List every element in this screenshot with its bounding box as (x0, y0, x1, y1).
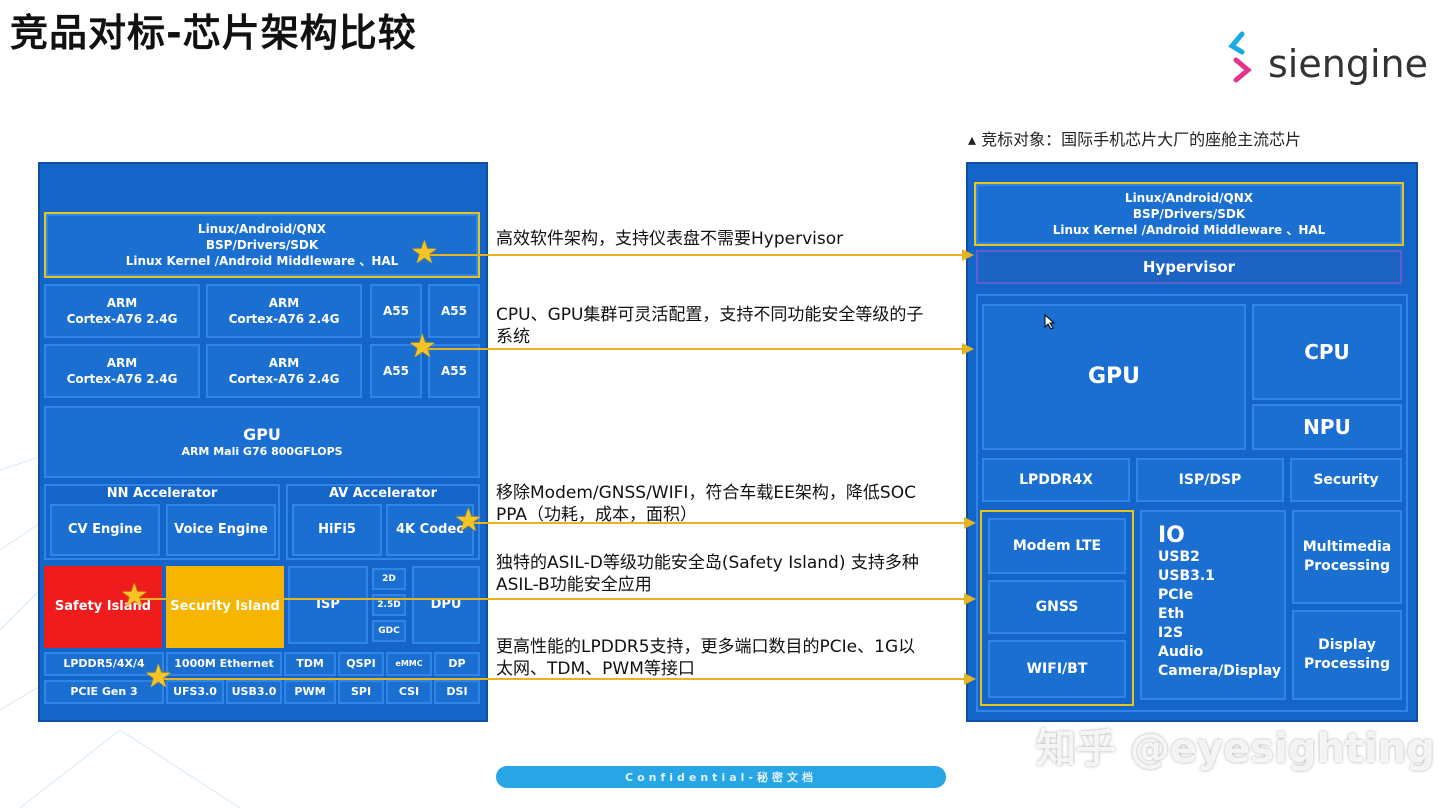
right-chip-diagram: Linux/Android/QNX BSP/Drivers/SDK Linux … (966, 162, 1418, 722)
left-os-line3: Linux Kernel /Android Middleware 、HAL (125, 254, 399, 269)
note-3-line1: 移除Modem/GNSS/WIFI，符合车载EE架构，降低SOC (496, 483, 916, 503)
note-2-line2: 系统 (496, 327, 530, 348)
io-qspi: QSPI (338, 652, 384, 676)
io-item-eth: Eth (1158, 605, 1185, 622)
io-csi: CSI (386, 680, 432, 704)
left-gpu-title: GPU (243, 424, 281, 444)
isp-block: ISP (288, 566, 368, 644)
cpu-core-4: ARM Cortex-A76 2.4G (206, 344, 362, 398)
right-isp-block: ISP/DSP (1136, 458, 1284, 502)
io-ethernet: 1000M Ethernet (166, 652, 282, 676)
right-os-line1: Linux/Android/QNX (1124, 190, 1254, 205)
arrow-head-3 (964, 517, 976, 529)
note-1-line1: 高效软件架构，支持仪表盘不需要Hypervisor (496, 229, 844, 249)
star-icon-1: ★ (410, 233, 439, 271)
arrow-head-1 (962, 249, 974, 261)
io-block: IO USB2 USB3.1 PCIe Eth I2S Audio Camera… (1140, 510, 1286, 700)
voice-engine: Voice Engine (166, 504, 276, 556)
io-title: IO (1158, 523, 1185, 548)
cpu-core-1: ARM Cortex-A76 2.4G (44, 284, 200, 338)
arrow-line-1 (426, 254, 966, 256)
page-title: 竞品对标-芯片架构比较 (10, 11, 417, 55)
watermark: 知乎 @eyesighting (1036, 726, 1435, 772)
io-pwm: PWM (284, 680, 336, 704)
note-2-line1: CPU、GPU集群可灵活配置，支持不同功能安全等级的子 (496, 305, 924, 325)
io-spi: SPI (338, 680, 384, 704)
hypervisor-block: Hypervisor (976, 250, 1402, 284)
note-3: 移除Modem/GNSS/WIFI，符合车载EE架构，降低SOC PPA（功耗，… (496, 482, 916, 526)
arrow-line-3 (470, 522, 968, 524)
cv-engine: CV Engine (50, 504, 160, 556)
io-item-audio: Audio (1158, 643, 1204, 660)
right-cpu-block: CPU (1252, 304, 1402, 400)
siengine-logo: siengine (1228, 30, 1428, 100)
gdc-block: GDC (372, 620, 406, 642)
security-island: Security Island (166, 566, 284, 648)
hifi5: HiFi5 (292, 504, 382, 556)
left-gpu-desc: ARM Mali G76 800GFLOPS (181, 445, 343, 459)
right-lpddr-block: LPDDR4X (982, 458, 1130, 502)
star-icon-5: ★ (144, 657, 173, 695)
av-accelerator-title: AV Accelerator (328, 486, 438, 501)
arrow-line-5 (160, 678, 968, 680)
cpu-core-3: ARM Cortex-A76 2.4G (44, 344, 200, 398)
right-os-block: Linux/Android/QNX BSP/Drivers/SDK Linux … (976, 184, 1402, 244)
note-5-line1: 更高性能的LPDDR5支持，更多端口数目的PCIe、1G以 (496, 637, 916, 657)
io-dsi: DSI (434, 680, 480, 704)
left-gpu-block: GPU ARM Mali G76 800GFLOPS (44, 406, 480, 478)
io-tdm: TDM (284, 652, 336, 676)
io-usb: USB3.0 (226, 680, 282, 704)
nn-accelerator-title: NN Accelerator (106, 486, 218, 501)
star-icon-2: ★ (408, 327, 437, 365)
star-icon-4: ★ (120, 576, 149, 614)
subtitle-text: 竞标对象：国际手机芯片大厂的座舱主流芯片 (981, 130, 1302, 149)
wifi-bt-block: WIFI/BT (988, 640, 1126, 698)
left-os-line2: BSP/Drivers/SDK (205, 237, 319, 252)
av-accelerator-group: AV Accelerator HiFi5 4K Codec (286, 484, 480, 560)
mouse-cursor-icon (1044, 314, 1056, 330)
note-4-line1: 独特的ASIL-D等级功能安全岛(Safety Island) 支持多种 (496, 553, 919, 573)
arrow-line-4 (136, 598, 968, 600)
multimedia-block: Multimedia Processing (1292, 510, 1402, 604)
note-2: CPU、GPU集群可灵活配置，支持不同功能安全等级的子 系统 (496, 304, 923, 348)
logo-text: siengine (1268, 42, 1428, 86)
io-item-pcie: PCIe (1158, 586, 1194, 603)
io-item-camera: Camera/Display (1158, 662, 1281, 679)
arrow-head-4 (964, 593, 976, 605)
right-os-line2: BSP/Drivers/SDK (1132, 206, 1246, 221)
note-5: 更高性能的LPDDR5支持，更多端口数目的PCIe、1G以 太网、TDM、PWM… (496, 636, 915, 680)
display-block: Display Processing (1292, 610, 1402, 700)
right-npu-block: NPU (1252, 404, 1402, 450)
gnss-block: GNSS (988, 580, 1126, 634)
io-emmc: eMMC (386, 652, 432, 676)
arrow-line-2 (424, 348, 966, 350)
logo-mark-icon (1228, 31, 1252, 83)
left-os-line1: Linux/Android/QNX (197, 221, 327, 236)
2d-block: 2D (372, 568, 406, 590)
io-item-usb31: USB3.1 (1158, 568, 1215, 585)
confidential-bar: Confidential-秘密文档 (496, 766, 946, 788)
modem-lte-block: Modem LTE (988, 518, 1126, 574)
nn-accelerator-group: NN Accelerator CV Engine Voice Engine (44, 484, 280, 560)
right-gpu-block: GPU (982, 304, 1246, 450)
right-os-line3: Linux Kernel /Android Middleware 、HAL (1052, 223, 1326, 238)
arrow-head-2 (962, 343, 974, 355)
star-icon-3: ★ (454, 501, 483, 539)
cpu-core-2: ARM Cortex-A76 2.4G (206, 284, 362, 338)
note-1: 高效软件架构，支持仪表盘不需要Hypervisor (496, 228, 843, 250)
note-4: 独特的ASIL-D等级功能安全岛(Safety Island) 支持多种 ASI… (496, 552, 919, 596)
dpu-block: DPU (412, 566, 480, 644)
arrow-head-5 (964, 673, 976, 685)
io-item-i2s: I2S (1158, 624, 1184, 641)
note-5-line2: 太网、TDM、PWM等接口 (496, 659, 695, 680)
io-item-usb2: USB2 (1158, 549, 1200, 566)
subtitle: ▴ 竞标对象：国际手机芯片大厂的座舱主流芯片 (968, 130, 1302, 149)
io-ufs: UFS3.0 (166, 680, 224, 704)
note-4-line2: ASIL-B功能安全应用 (496, 575, 652, 596)
io-dp: DP (434, 652, 480, 676)
right-security-block: Security (1290, 458, 1402, 502)
